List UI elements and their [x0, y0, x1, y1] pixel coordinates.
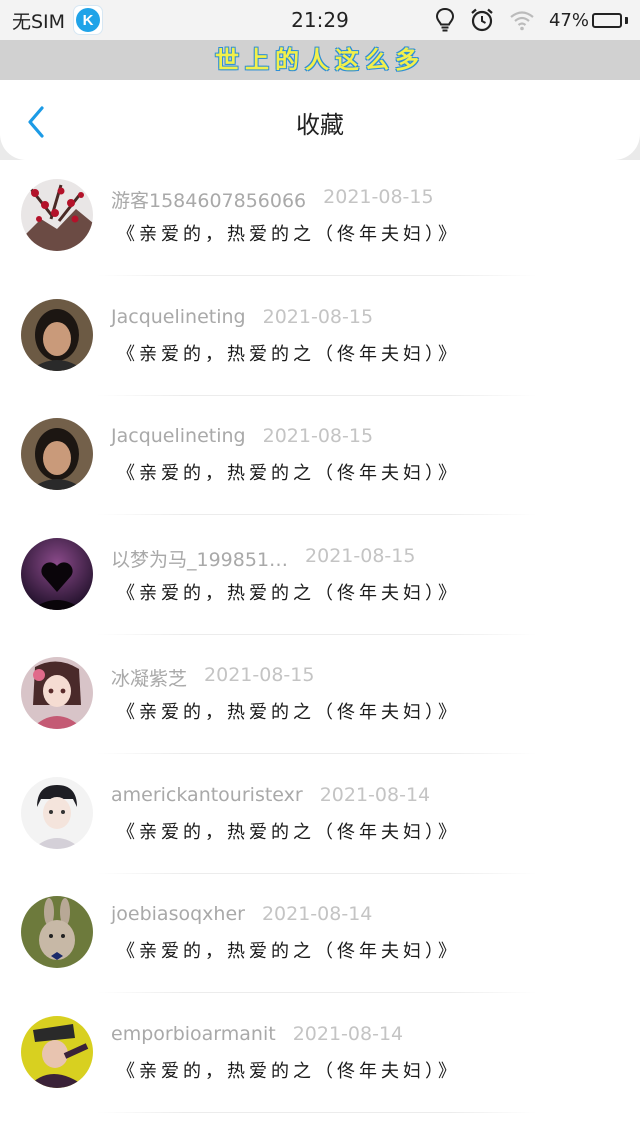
list-item[interactable]: 游客1584607856066 2021-08-15 《亲爱的，热爱的之（佟年夫妇）…: [0, 160, 640, 280]
avatar[interactable]: [21, 537, 93, 610]
item-title: 《亲爱的，热爱的之（佟年夫妇）》: [117, 343, 460, 365]
item-title: 《亲爱的，热爱的之（佟年夫妇）》: [117, 463, 460, 484]
divider: [97, 394, 537, 396]
list-item[interactable]: americkantouristexr 2021-08-14 《亲爱的，热爱的之（佟…: [0, 758, 640, 878]
list-item[interactable]: joebiasoqxher 2021-08-14 《亲爱的，热爱的之（佟年夫妇）》: [0, 877, 640, 997]
favorites-list: 游客1584607856066 2021-08-15 《亲爱的，热爱的之（佟年夫妇）…: [0, 160, 640, 1116]
item-meta: 游客1584607856066 2021-08-15: [111, 186, 434, 213]
divider: [97, 633, 537, 635]
wifi-icon: [509, 9, 535, 31]
item-date: 2021-08-15: [323, 186, 434, 208]
list-item[interactable]: emporbioarmanit 2021-08-14 《亲爱的，热爱的之（佟年夫妇）…: [0, 997, 640, 1117]
avatar[interactable]: [21, 657, 93, 729]
avatar[interactable]: [21, 418, 93, 490]
list-item[interactable]: 冰凝紫芝 2021-08-15 《亲爱的，热爱的之（佟年夫妇）》: [0, 638, 640, 758]
list-item[interactable]: Jacquelineting 2021-08-15 《亲爱的，热爱的之（佟年夫妇）》: [0, 399, 640, 519]
avatar[interactable]: [21, 1015, 93, 1088]
lightbulb-icon: [435, 7, 455, 33]
page-title: 收藏: [296, 111, 344, 139]
list-item[interactable]: 以梦为马_199851… 2021-08-15 《亲爱的，热爱的之（佟年夫妇）》: [0, 519, 640, 639]
item-title: 《亲爱的，热爱的之（佟年夫妇）》: [117, 941, 460, 962]
item-title: 《亲爱的，热爱的之（佟年夫妇）》: [117, 1060, 460, 1082]
item-date: 2021-08-14: [319, 783, 431, 806]
item-meta: emporbioarmanit 2021-08-14: [111, 1023, 403, 1045]
battery-tip: [625, 16, 628, 24]
list-item[interactable]: Jacquelineting 2021-08-15 《亲爱的，热爱的之（佟年夫妇）》: [0, 280, 640, 400]
item-date: 2021-08-14: [292, 1022, 404, 1045]
divider: [97, 275, 537, 276]
item-meta: joebiasoqxher 2021-08-14: [111, 903, 372, 925]
avatar[interactable]: [21, 896, 93, 968]
battery-icon: 47%: [549, 10, 628, 31]
item-title: 《亲爱的，热爱的之（佟年夫妇）》: [117, 702, 460, 723]
avatar[interactable]: [21, 179, 93, 251]
avatar[interactable]: [21, 776, 93, 849]
divider: [97, 992, 537, 993]
item-meta: Jacquelineting 2021-08-15: [111, 425, 373, 447]
item-username: Jacquelineting: [111, 425, 246, 447]
item-username: 冰凝紫芝: [111, 668, 188, 690]
banner: 世上的人这么多: [0, 40, 640, 80]
battery-body: [592, 12, 622, 28]
item-date: 2021-08-14: [261, 903, 373, 925]
header: 收藏: [0, 80, 640, 160]
item-title: 《亲爱的，热爱的之（佟年夫妇）》: [117, 582, 460, 604]
divider: [97, 514, 537, 515]
item-username: joebiasoqxher: [111, 903, 245, 925]
item-username: 以梦为马_199851…: [111, 548, 289, 571]
alarm-icon: [469, 7, 495, 33]
divider: [97, 1111, 537, 1113]
item-date: 2021-08-15: [204, 664, 315, 686]
item-username: americkantouristexr: [111, 783, 303, 806]
item-username: emporbioarmanit: [111, 1022, 276, 1045]
item-date: 2021-08-15: [305, 544, 416, 567]
item-meta: 冰凝紫芝 2021-08-15: [111, 664, 314, 691]
item-title: 《亲爱的，热爱的之（佟年夫妇）》: [117, 821, 460, 843]
item-date: 2021-08-15: [262, 425, 374, 447]
item-meta: americkantouristexr 2021-08-14: [111, 784, 430, 806]
item-meta: 以梦为马_199851… 2021-08-15: [111, 545, 415, 572]
battery-percent: 47%: [548, 9, 589, 31]
item-username: Jacquelineting: [111, 305, 246, 328]
status-bar: 无SIM K 21:29 47%: [0, 0, 640, 40]
item-meta: Jacquelineting 2021-08-15: [111, 306, 373, 328]
item-title: 《亲爱的，热爱的之（佟年夫妇）》: [117, 224, 460, 245]
status-right: 47%: [435, 0, 628, 40]
divider: [97, 872, 537, 874]
item-username: 游客1584607856066: [111, 190, 307, 212]
item-date: 2021-08-15: [262, 305, 374, 328]
divider: [97, 753, 537, 754]
avatar[interactable]: [21, 298, 93, 371]
